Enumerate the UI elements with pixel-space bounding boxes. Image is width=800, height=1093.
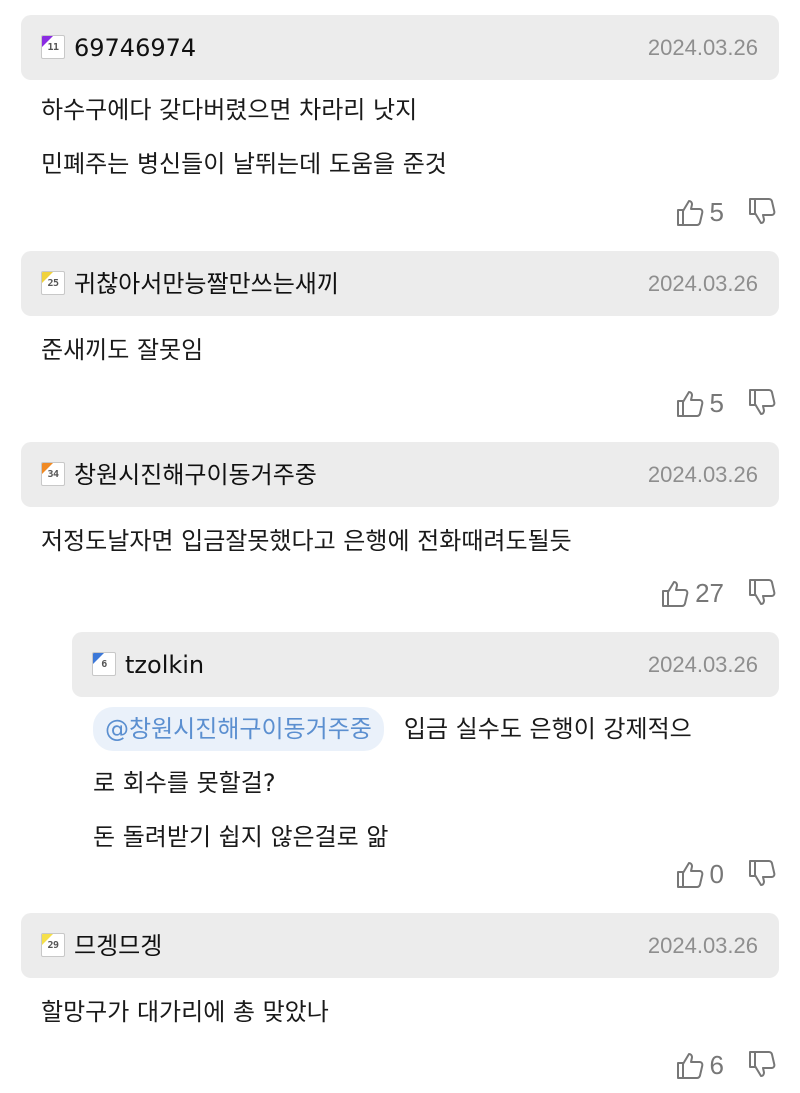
comment-text: @창원시진해구이동거주중 입금 실수도 은행이 강제적으 로 회수를 못할걸? 돈…: [93, 702, 773, 864]
thumbs-down-icon[interactable]: [746, 196, 778, 228]
like-count: 6: [709, 1049, 724, 1080]
level-badge-icon: 6: [92, 652, 116, 676]
thumbs-up-icon[interactable]: [674, 1049, 706, 1081]
thumbs-up-icon[interactable]: [674, 858, 706, 890]
level-badge-icon: 29: [41, 933, 65, 957]
username-link[interactable]: 귀찮아서만능짤만쓰는새끼: [74, 269, 339, 299]
comment-text: 할망구가 대가리에 총 맞았나: [41, 998, 329, 1026]
comment-text: 하수구에다 갖다버렸으면 차라리 낫지 민폐주는 병신들이 날뛰는데 도움을 준…: [41, 96, 447, 178]
like-count: 5: [709, 387, 724, 418]
thumbs-down-icon[interactable]: [746, 577, 778, 609]
comment-actions: 5: [674, 385, 778, 421]
comment-text: 저정도날자면 입금잘못했다고 은행에 전화때려도될듯: [41, 527, 572, 555]
level-badge-icon: 11: [41, 35, 65, 59]
like-count: 27: [695, 577, 724, 608]
username-link[interactable]: 69746974: [74, 33, 196, 63]
thumbs-down-icon[interactable]: [746, 387, 778, 419]
comment-actions: 0: [674, 856, 778, 892]
like-count: 0: [709, 858, 724, 889]
comment-actions: 6: [674, 1047, 778, 1083]
thumbs-up-icon[interactable]: [674, 196, 706, 228]
reply-item: 6 tzolkin 2024.03.26 @창원시진해구이동거주중 입금 실수도 …: [0, 632, 800, 892]
mention-link[interactable]: @창원시진해구이동거주중: [93, 707, 384, 751]
comment-header: 29 므겡므겡 2024.03.26: [21, 913, 779, 978]
thumbs-up-icon[interactable]: [674, 387, 706, 419]
thumbs-down-icon[interactable]: [746, 858, 778, 890]
comment-date: 2024.03.26: [647, 652, 758, 677]
comment-header: 6 tzolkin 2024.03.26: [72, 632, 779, 697]
like-count: 5: [709, 196, 724, 227]
comment-header: 34 창원시진해구이동거주중 2024.03.26: [21, 442, 779, 507]
comment-actions: 27: [659, 575, 778, 611]
level-badge-icon: 25: [41, 271, 65, 295]
username-link[interactable]: tzolkin: [125, 650, 204, 680]
comment-header: 25 귀찮아서만능짤만쓰는새끼 2024.03.26: [21, 251, 779, 316]
comment-actions: 5: [674, 194, 778, 230]
comment-text: 준새끼도 잘못임: [41, 336, 204, 364]
comment-item: 29 므겡므겡 2024.03.26 할망구가 대가리에 총 맞았나 6: [0, 913, 800, 1093]
comment-item: 11 69746974 2024.03.26 하수구에다 갖다버렸으면 차라리 …: [0, 15, 800, 235]
comment-feed: 11 69746974 2024.03.26 하수구에다 갖다버렸으면 차라리 …: [0, 0, 800, 1093]
comment-header: 11 69746974 2024.03.26: [21, 15, 779, 80]
comment-date: 2024.03.26: [647, 35, 758, 60]
comment-item: 34 창원시진해구이동거주중 2024.03.26 저정도날자면 입금잘못했다고…: [0, 442, 800, 622]
thumbs-down-icon[interactable]: [746, 1049, 778, 1081]
thumbs-up-icon[interactable]: [659, 577, 691, 609]
username-link[interactable]: 므겡므겡: [74, 931, 162, 961]
comment-item: 25 귀찮아서만능짤만쓰는새끼 2024.03.26 준새끼도 잘못임 5: [0, 251, 800, 431]
level-badge-icon: 34: [41, 462, 65, 486]
comment-date: 2024.03.26: [647, 933, 758, 958]
comment-date: 2024.03.26: [647, 462, 758, 487]
comment-date: 2024.03.26: [647, 271, 758, 296]
username-link[interactable]: 창원시진해구이동거주중: [74, 460, 317, 490]
